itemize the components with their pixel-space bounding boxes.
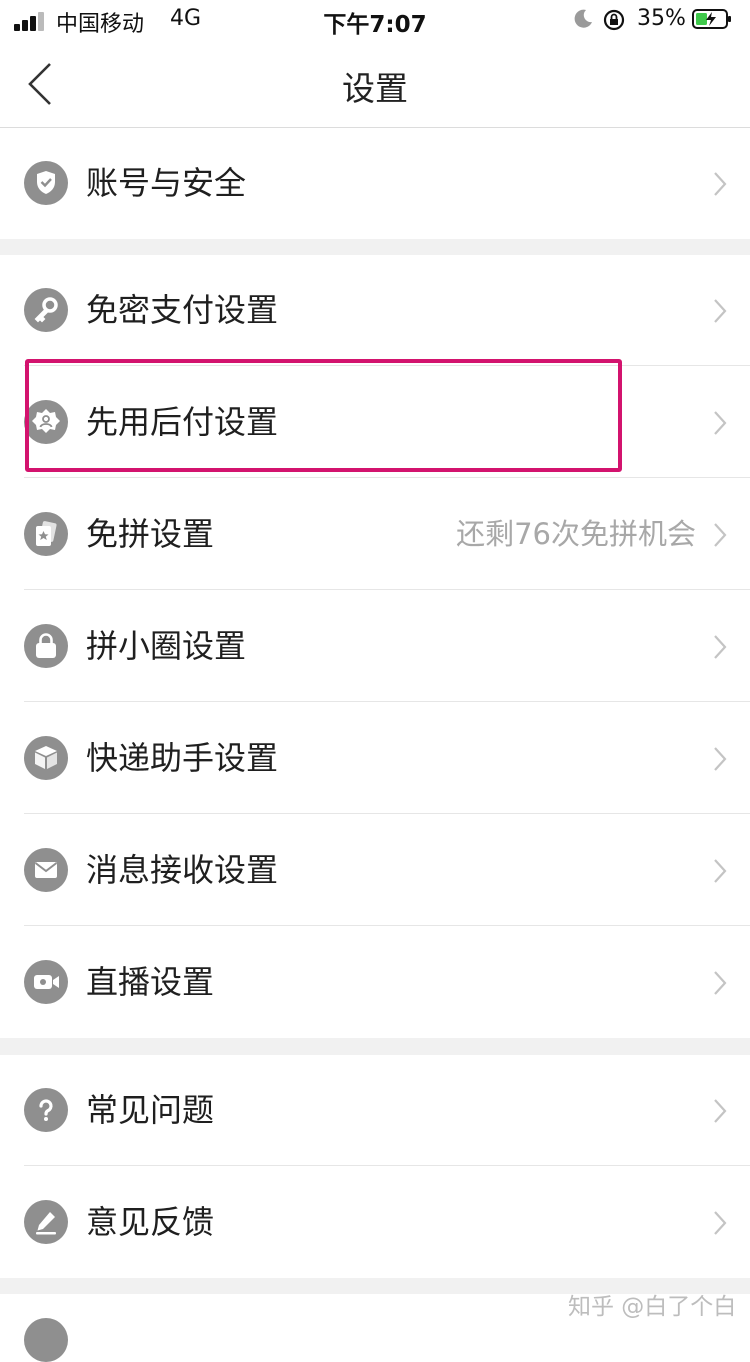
settings-item-label: 意见反馈	[86, 1203, 215, 1241]
envelope-icon	[24, 848, 68, 892]
section-divider	[0, 1038, 750, 1055]
package-icon	[24, 736, 68, 780]
battery-percentage: 35%	[637, 6, 686, 31]
chevron-right-icon	[714, 411, 727, 435]
remaining-chances-text: 还剩76次免拼机会	[456, 517, 696, 551]
pencil-icon	[24, 1200, 68, 1244]
settings-item-group-free[interactable]: 免拼设置 还剩76次免拼机会	[0, 479, 750, 590]
settings-item-feedback[interactable]: 意见反馈	[0, 1167, 750, 1278]
chevron-right-icon	[714, 635, 727, 659]
watermark: 知乎 @白了个白	[568, 1294, 737, 1320]
row-divider	[24, 813, 750, 814]
chevron-right-icon	[714, 523, 727, 547]
settings-item-delivery-assistant[interactable]: 快递助手设置	[0, 703, 750, 814]
navigation-bar: 设置	[0, 40, 750, 128]
settings-item-label: 账号与安全	[86, 164, 247, 202]
question-icon	[24, 1088, 68, 1132]
partial-row-icon	[24, 1318, 68, 1362]
settings-item-password-free-pay[interactable]: 免密支付设置	[0, 255, 750, 366]
settings-item-label: 免拼设置	[86, 515, 215, 553]
key-icon	[24, 288, 68, 332]
settings-item-label: 消息接收设置	[86, 851, 279, 889]
status-bar: 中国移动 4G 下午7:07 35%	[0, 0, 750, 40]
chevron-right-icon	[714, 971, 727, 995]
settings-item-label: 快递助手设置	[86, 739, 279, 777]
shield-icon	[24, 161, 68, 205]
row-divider	[24, 1165, 750, 1166]
row-divider	[24, 925, 750, 926]
row-divider	[24, 701, 750, 702]
settings-item-label: 直播设置	[86, 963, 215, 1001]
moon-icon	[574, 9, 592, 28]
bag-icon	[24, 624, 68, 668]
chevron-right-icon	[714, 1099, 727, 1123]
chevron-right-icon	[714, 299, 727, 323]
row-divider	[24, 589, 750, 590]
settings-item-live-stream[interactable]: 直播设置	[0, 927, 750, 1038]
settings-item-message-receive[interactable]: 消息接收设置	[0, 815, 750, 926]
page-title: 设置	[342, 69, 408, 108]
card-star-icon	[24, 512, 68, 556]
settings-item-faq[interactable]: 常见问题	[0, 1055, 750, 1166]
settings-item-label: 拼小圈设置	[86, 627, 247, 665]
settings-item-label: 常见问题	[86, 1091, 215, 1129]
section-divider	[0, 239, 750, 255]
highlight-annotation-box	[25, 359, 622, 472]
chevron-right-icon	[714, 747, 727, 771]
chevron-right-icon	[714, 1211, 727, 1235]
rotation-lock-icon	[603, 9, 625, 31]
battery-icon	[692, 9, 731, 29]
chevron-right-icon	[714, 859, 727, 883]
settings-item-circle[interactable]: 拼小圈设置	[0, 591, 750, 702]
chevron-right-icon	[714, 172, 727, 196]
video-camera-icon	[24, 960, 68, 1004]
settings-item-account-security[interactable]: 账号与安全	[0, 128, 750, 239]
settings-item-label: 免密支付设置	[86, 291, 279, 329]
row-divider	[24, 477, 750, 478]
